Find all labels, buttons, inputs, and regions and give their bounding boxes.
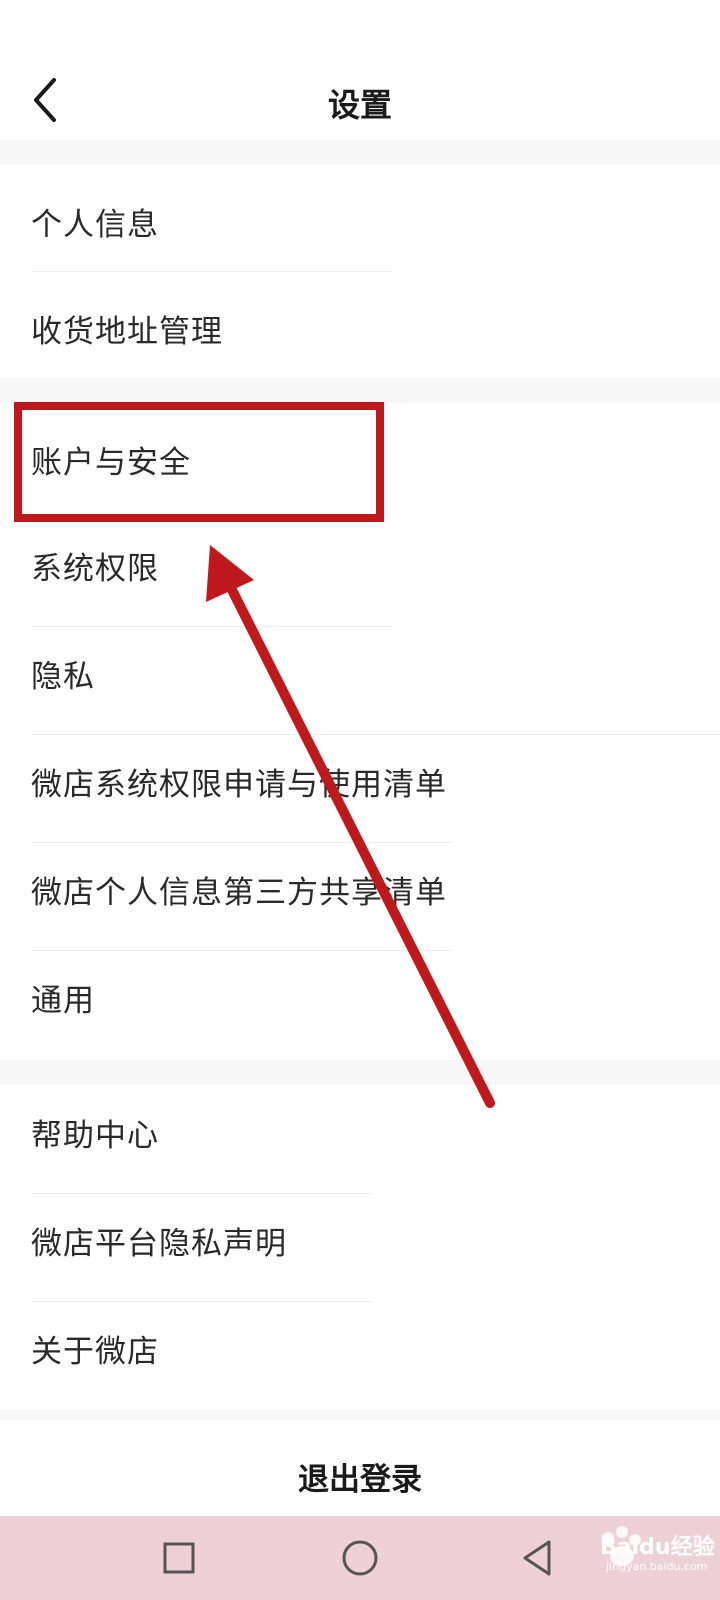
menu-item-label: 关于微店 bbox=[31, 1334, 159, 1370]
menu-item-label: 隐私 bbox=[31, 659, 95, 695]
section-gap bbox=[0, 378, 720, 403]
section-gap bbox=[0, 1410, 720, 1420]
menu-item-permission-list[interactable]: 微店系统权限申请与使用清单 bbox=[0, 735, 720, 842]
circle-icon bbox=[342, 1540, 378, 1576]
menu-item-help-center[interactable]: 帮助中心 bbox=[0, 1085, 720, 1193]
menu-item-general[interactable]: 通用 bbox=[0, 951, 720, 1060]
section-gap bbox=[0, 140, 720, 165]
page-title: 设置 bbox=[327, 86, 392, 124]
menu-item-label: 个人信息 bbox=[31, 207, 159, 243]
logout-button[interactable]: 退出登录 bbox=[0, 1420, 720, 1498]
menu-item-label: 通用 bbox=[31, 983, 95, 1019]
menu-item-third-party-list[interactable]: 微店个人信息第三方共享清单 bbox=[0, 843, 720, 950]
section-gap bbox=[0, 1060, 720, 1085]
menu-item-privacy-statement[interactable]: 微店平台隐私声明 bbox=[0, 1194, 720, 1301]
menu-item-label: 微店系统权限申请与使用清单 bbox=[31, 767, 447, 803]
highlight-box bbox=[14, 402, 384, 522]
menu-item-personal-info[interactable]: 个人信息 bbox=[0, 165, 720, 272]
menu-item-label: 收货地址管理 bbox=[31, 314, 223, 350]
home-button[interactable] bbox=[336, 1534, 384, 1582]
square-icon bbox=[163, 1542, 195, 1574]
menu-item-label: 帮助中心 bbox=[31, 1118, 159, 1154]
recent-apps-button[interactable] bbox=[155, 1534, 203, 1582]
logout-label: 退出登录 bbox=[298, 1462, 422, 1498]
menu-item-system-permissions[interactable]: 系统权限 bbox=[0, 518, 720, 626]
status-bar bbox=[0, 0, 720, 60]
menu-item-label: 微店平台隐私声明 bbox=[31, 1226, 287, 1262]
menu-item-address[interactable]: 收货地址管理 bbox=[0, 272, 720, 378]
header: 设置 bbox=[0, 60, 720, 140]
menu-item-privacy[interactable]: 隐私 bbox=[0, 627, 720, 734]
menu-item-about[interactable]: 关于微店 bbox=[0, 1302, 720, 1410]
menu-item-label: 微店个人信息第三方共享清单 bbox=[31, 875, 447, 911]
watermark-text: Baidu经验 bbox=[600, 1535, 715, 1560]
menu-item-label: 系统权限 bbox=[31, 551, 159, 587]
watermark-subtext: jingyan.baidu.com bbox=[606, 1560, 708, 1573]
